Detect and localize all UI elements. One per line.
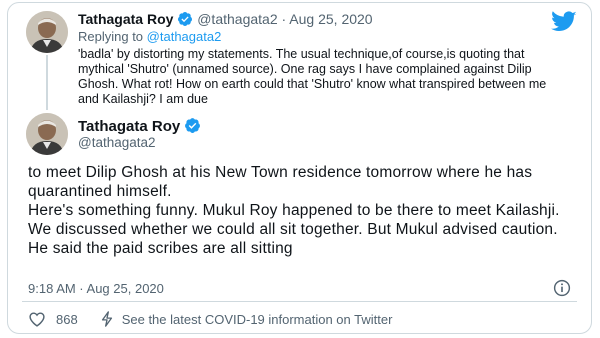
parent-tweet-header: Tathagata Roy @tathagata2 · Aug 25, 2020 bbox=[78, 11, 373, 28]
main-author-row: Tathagata Roy bbox=[78, 117, 201, 135]
main-author-name[interactable]: Tathagata Roy bbox=[78, 118, 180, 135]
footer-divider bbox=[22, 301, 577, 302]
main-tweet-text: to meet Dilip Ghosh at his New Town resi… bbox=[28, 163, 573, 258]
verified-badge-icon bbox=[185, 118, 201, 133]
like-count: 868 bbox=[56, 311, 78, 327]
tweet-footer: 868 See the latest COVID-19 information … bbox=[28, 311, 392, 327]
main-tweet-timestamp[interactable]: 9:18 AM · Aug 25, 2020 bbox=[28, 281, 164, 296]
parent-handle[interactable]: @tathagata2 bbox=[197, 11, 277, 27]
twitter-bird-icon[interactable] bbox=[551, 11, 577, 33]
main-avatar[interactable] bbox=[26, 113, 68, 155]
main-handle[interactable]: @tathagata2 bbox=[78, 135, 156, 150]
parent-avatar[interactable] bbox=[26, 11, 68, 53]
main-tweet-line-2: Here's something funny. Mukul Roy happen… bbox=[28, 202, 560, 257]
avatar-photo-icon bbox=[26, 113, 68, 155]
tweet-embed-card: Tathagata Roy @tathagata2 · Aug 25, 2020… bbox=[7, 2, 592, 334]
header-separator: · bbox=[281, 11, 287, 27]
parent-date[interactable]: Aug 25, 2020 bbox=[289, 11, 372, 27]
lightning-icon bbox=[101, 311, 112, 327]
parent-author-name[interactable]: Tathagata Roy bbox=[78, 11, 173, 27]
thread-connector-line bbox=[46, 55, 48, 110]
parent-tweet-text: 'badla' by distorting my statements. The… bbox=[78, 47, 547, 106]
covid-info-link[interactable]: See the latest COVID-19 information on T… bbox=[122, 312, 393, 327]
replying-prefix: Replying to bbox=[78, 29, 144, 44]
avatar-photo-icon bbox=[26, 11, 68, 53]
heart-icon[interactable] bbox=[28, 311, 46, 327]
replying-handle-link[interactable]: @tathagata2 bbox=[147, 29, 222, 44]
main-tweet-line-1: to meet Dilip Ghosh at his New Town resi… bbox=[28, 164, 533, 200]
verified-badge-icon bbox=[178, 12, 193, 26]
replying-to-line: Replying to @tathagata2 bbox=[78, 29, 221, 44]
info-icon[interactable] bbox=[553, 279, 571, 297]
